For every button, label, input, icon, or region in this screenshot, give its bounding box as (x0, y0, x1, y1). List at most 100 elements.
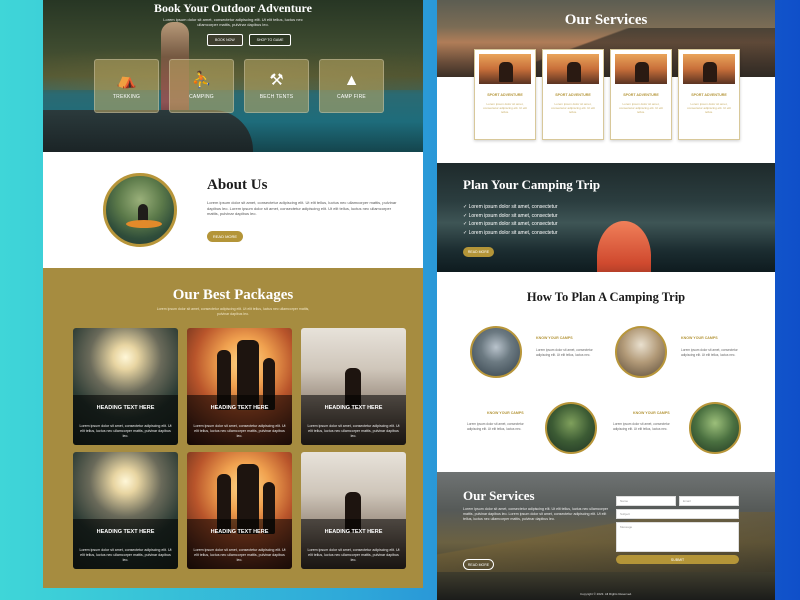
checklist-item: ✓ Lorem ipsum dolor sit amet, consectetu… (463, 212, 558, 219)
plan-section: How To Plan A Camping Trip KNOW YOUR CAM… (437, 272, 775, 472)
plan-step-image (689, 402, 741, 454)
package-text: Lorem ipsum dolor sit amet, consectetur … (307, 548, 400, 562)
about-image (103, 173, 177, 247)
package-card[interactable]: HEADING TEXT HERE Lorem ipsum dolor sit … (73, 328, 178, 445)
left-page-mockup: Book Your Outdoor Adventure Lorem ipsum … (43, 0, 423, 588)
service-card[interactable]: SPORT ADVENTURE Lorem ipsum dolor sit am… (610, 49, 672, 140)
plan-step-text: Lorem ipsum dolor sit amet, consectetur … (536, 348, 593, 357)
package-heading: HEADING TEXT HERE (96, 405, 155, 411)
feature-card-camping[interactable]: ⛹ CAMPING (169, 59, 234, 113)
book-now-button[interactable]: BOOK NOW (207, 34, 243, 46)
plan-step-image (470, 326, 522, 378)
service-text: Lorem ipsum dolor sit amet, consectetur … (687, 102, 731, 115)
hero-subtitle: Lorem ipsum dolor sit amet, consectetur … (163, 17, 303, 27)
about-title: About Us (207, 177, 268, 193)
about-text: Lorem ipsum dolor sit amet, consectetur … (207, 200, 397, 216)
service-text: Lorem ipsum dolor sit amet, consectetur … (551, 102, 595, 115)
trip-checklist: ✓ Lorem ipsum dolor sit amet, consectetu… (463, 203, 558, 237)
package-card[interactable]: HEADING TEXT HERE Lorem ipsum dolor sit … (301, 452, 406, 569)
services-read-more-button[interactable]: READ MORE (463, 559, 494, 570)
service-cards: SPORT ADVENTURE Lorem ipsum dolor sit am… (474, 49, 740, 140)
package-heading: HEADING TEXT HERE (210, 405, 269, 411)
checklist-item: ✓ Lorem ipsum dolor sit amet, consectetu… (463, 229, 558, 236)
right-page-mockup: Our Services SPORT ADVENTURE Lorem ipsum… (437, 0, 775, 600)
shop-button[interactable]: SHOP TO GAME (248, 34, 292, 46)
copyright-text: Copyright © 2023. All Rights Reserved. (579, 592, 633, 596)
service-heading: SPORT ADVENTURE (555, 93, 591, 97)
service-card[interactable]: SPORT ADVENTURE Lorem ipsum dolor sit am… (474, 49, 536, 140)
packages-title: Our Best Packages (172, 287, 294, 303)
package-heading: HEADING TEXT HERE (210, 529, 269, 535)
packages-subtitle: Lorem ipsum dolor sit amet, consectetur … (156, 307, 310, 316)
plan-step-image (545, 402, 597, 454)
feature-card-tents[interactable]: ⚒ BECH TENTS (244, 59, 309, 113)
hero-section: Book Your Outdoor Adventure Lorem ipsum … (43, 0, 423, 152)
package-text: Lorem ipsum dolor sit amet, consectetur … (193, 548, 286, 562)
feature-label: TREKKING (112, 93, 141, 100)
tools-icon: ⚒ (269, 71, 284, 89)
plan-step-heading: KNOW YOUR CAMPS (487, 411, 524, 415)
package-text: Lorem ipsum dolor sit amet, consectetur … (193, 424, 286, 438)
plan-step-text: Lorem ipsum dolor sit amet, consectetur … (681, 348, 738, 357)
about-image-kayak (126, 220, 162, 228)
packages-grid: HEADING TEXT HERE Lorem ipsum dolor sit … (73, 328, 406, 569)
email-field[interactable]: Email (679, 496, 739, 506)
package-card[interactable]: HEADING TEXT HERE Lorem ipsum dolor sit … (187, 452, 292, 569)
service-heading: SPORT ADVENTURE (487, 93, 523, 97)
services-bottom-text: Lorem ipsum dolor sit amet, consectetur … (463, 507, 609, 521)
package-card[interactable]: HEADING TEXT HERE Lorem ipsum dolor sit … (301, 328, 406, 445)
feature-label: CAMP FIRE (337, 93, 366, 100)
hero-buttons: BOOK NOW SHOP TO GAME (207, 34, 292, 46)
services-bottom-section: Our Services Lorem ipsum dolor sit amet,… (437, 472, 775, 600)
service-image (479, 54, 531, 84)
hero-title: Book Your Outdoor Adventure (154, 1, 312, 15)
packages-section: Our Best Packages Lorem ipsum dolor sit … (43, 268, 423, 588)
about-section: About Us Lorem ipsum dolor sit amet, con… (43, 152, 423, 268)
plan-title: How To Plan A Camping Trip (526, 290, 686, 304)
service-text: Lorem ipsum dolor sit amet, consectetur … (483, 102, 527, 115)
service-image (547, 54, 599, 84)
feature-card-trekking[interactable]: ⛺ TREKKING (94, 59, 159, 113)
services-bottom-title: Our Services (463, 488, 535, 503)
subject-field[interactable]: Subject (616, 509, 739, 519)
service-card[interactable]: SPORT ADVENTURE Lorem ipsum dolor sit am… (542, 49, 604, 140)
package-card[interactable]: HEADING TEXT HERE Lorem ipsum dolor sit … (73, 452, 178, 569)
plan-step-heading: KNOW YOUR CAMPS (681, 336, 718, 340)
feature-cards: ⛺ TREKKING ⛹ CAMPING ⚒ BECH TENTS ▲ CAMP… (94, 59, 384, 113)
package-heading: HEADING TEXT HERE (324, 405, 383, 411)
plan-step-text: Lorem ipsum dolor sit amet, consectetur … (613, 422, 670, 431)
service-image (615, 54, 667, 84)
plan-step-text: Lorem ipsum dolor sit amet, consectetur … (467, 422, 524, 431)
campers-icon: ⛹ (191, 71, 212, 89)
service-text: Lorem ipsum dolor sit amet, consectetur … (619, 102, 663, 115)
about-read-more-button[interactable]: READ MORE (207, 231, 243, 242)
checklist-item: ✓ Lorem ipsum dolor sit amet, consectetu… (463, 204, 558, 210)
message-field[interactable]: Message (616, 522, 739, 552)
services-title: Our Services (564, 12, 648, 28)
service-heading: SPORT ADVENTURE (623, 93, 659, 97)
package-text: Lorem ipsum dolor sit amet, consectetur … (79, 548, 172, 562)
campfire-icon: ▲ (343, 71, 360, 89)
plan-step-heading: KNOW YOUR CAMPS (536, 336, 573, 340)
package-text: Lorem ipsum dolor sit amet, consectetur … (79, 424, 172, 438)
name-field[interactable]: Name (616, 496, 676, 506)
camping-trip-section: Plan Your Camping Trip ✓ Lorem ipsum dol… (437, 163, 775, 291)
package-text: Lorem ipsum dolor sit amet, consectetur … (307, 424, 400, 438)
trip-read-more-button[interactable]: READ MORE (463, 247, 494, 257)
submit-button[interactable]: SUBMIT (616, 555, 739, 564)
plan-step-heading: KNOW YOUR CAMPS (633, 411, 670, 415)
trip-title: Plan Your Camping Trip (463, 177, 601, 192)
plan-step-image (615, 326, 667, 378)
hero-rock (43, 110, 253, 152)
service-card[interactable]: SPORT ADVENTURE Lorem ipsum dolor sit am… (678, 49, 740, 140)
package-card[interactable]: HEADING TEXT HERE Lorem ipsum dolor sit … (187, 328, 292, 445)
tent-icon: ⛺ (116, 71, 137, 89)
package-heading: HEADING TEXT HERE (96, 529, 155, 535)
feature-label: BECH TENTS (259, 93, 294, 100)
feature-label: CAMPING (189, 93, 214, 100)
package-heading: HEADING TEXT HERE (324, 529, 383, 535)
checklist-item: ✓ Lorem ipsum dolor sit amet, consectetu… (463, 221, 558, 227)
service-heading: SPORT ADVENTURE (691, 93, 727, 97)
feature-card-campfire[interactable]: ▲ CAMP FIRE (319, 59, 384, 113)
service-image (683, 54, 735, 84)
